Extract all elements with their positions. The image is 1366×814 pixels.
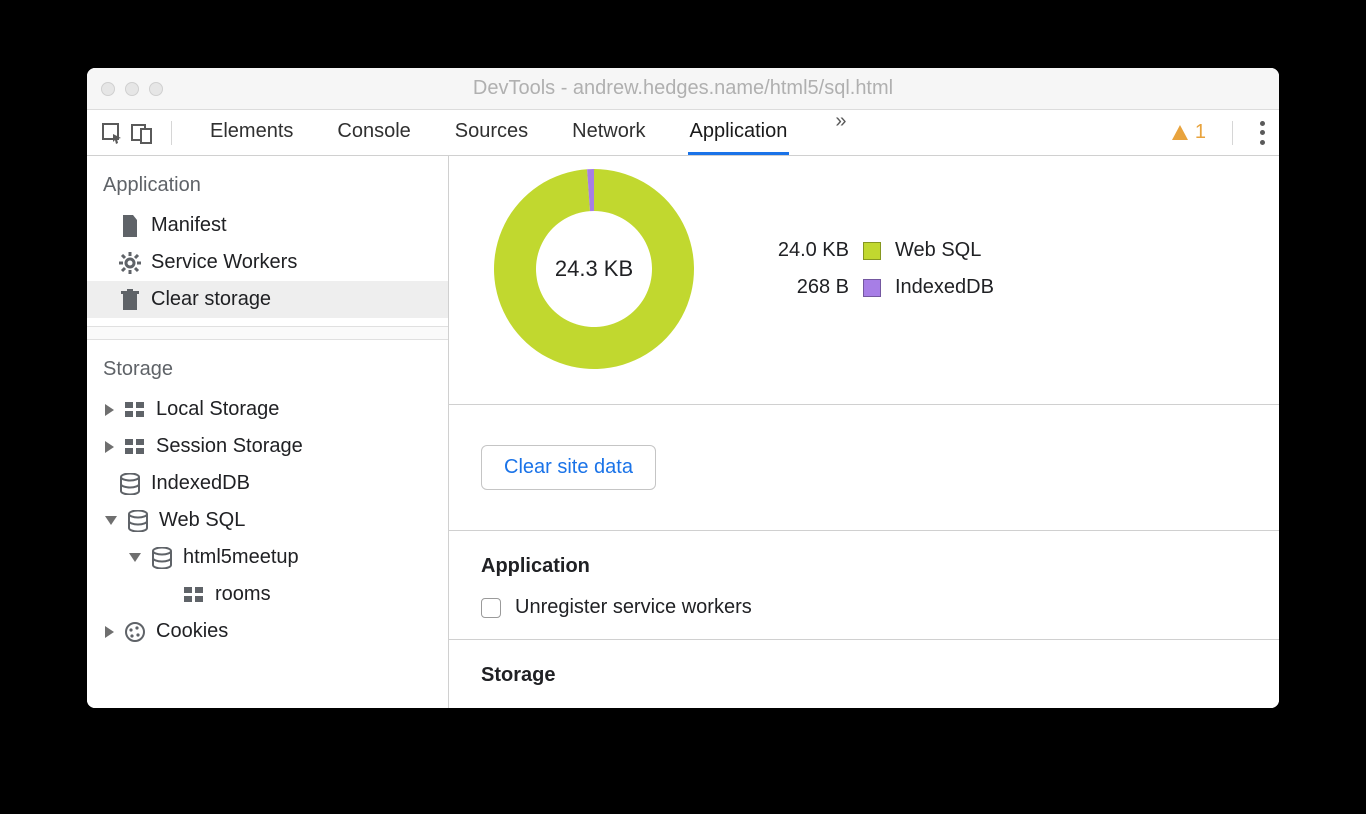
sidebar-item-manifest[interactable]: Manifest <box>87 207 448 244</box>
cookie-icon <box>124 621 146 643</box>
sidebar-item-web-sql[interactable]: Web SQL <box>87 502 448 539</box>
legend-label: IndexedDB <box>895 276 994 299</box>
legend-size: 24.0 KB <box>759 239 849 262</box>
main-panel: 24.3 KB 24.0 KB Web SQL 268 B IndexedDB <box>449 156 1279 708</box>
sidebar-item-label: rooms <box>215 583 271 606</box>
sidebar: Application Manifest Service Workers Cle… <box>87 156 449 708</box>
device-toolbar-icon[interactable] <box>131 122 153 144</box>
close-window-button[interactable] <box>101 82 115 96</box>
document-icon <box>119 215 141 237</box>
sidebar-item-label: Cookies <box>156 620 228 643</box>
legend-swatch <box>863 279 881 297</box>
sidebar-item-label: Local Storage <box>156 398 279 421</box>
legend-label: Web SQL <box>895 239 981 262</box>
legend-size: 268 B <box>759 276 849 299</box>
sidebar-item-web-sql-db[interactable]: html5meetup <box>87 539 448 576</box>
settings-menu-icon[interactable] <box>1259 121 1265 145</box>
storage-usage: 24.3 KB 24.0 KB Web SQL 268 B IndexedDB <box>449 156 1279 405</box>
sidebar-item-session-storage[interactable]: Session Storage <box>87 428 448 465</box>
content: Application Manifest Service Workers Cle… <box>87 156 1279 708</box>
collapse-icon[interactable] <box>105 516 117 525</box>
tab-console[interactable]: Console <box>335 110 412 155</box>
clear-site-data-button[interactable]: Clear site data <box>481 445 656 490</box>
database-icon <box>119 473 141 495</box>
toolbar-divider <box>1232 121 1233 145</box>
sidebar-item-label: Web SQL <box>159 509 245 532</box>
sidebar-item-label: Service Workers <box>151 251 297 274</box>
sidebar-item-service-workers[interactable]: Service Workers <box>87 244 448 281</box>
storage-grid-icon <box>124 399 146 421</box>
legend-row-indexeddb: 268 B IndexedDB <box>759 276 994 299</box>
section-heading-application: Application <box>481 555 1247 578</box>
sidebar-item-label: Session Storage <box>156 435 303 458</box>
storage-legend: 24.0 KB Web SQL 268 B IndexedDB <box>759 239 994 299</box>
sidebar-item-label: IndexedDB <box>151 472 250 495</box>
sidebar-item-indexeddb[interactable]: IndexedDB <box>87 465 448 502</box>
sidebar-item-label: html5meetup <box>183 546 299 569</box>
warning-icon <box>1171 124 1189 142</box>
expand-icon[interactable] <box>105 441 114 453</box>
tab-sources[interactable]: Sources <box>453 110 530 155</box>
storage-total: 24.3 KB <box>489 164 699 374</box>
checkbox-label: Unregister service workers <box>515 596 752 619</box>
legend-swatch <box>863 242 881 260</box>
application-section: Application Unregister service workers <box>449 531 1279 640</box>
collapse-icon[interactable] <box>129 553 141 562</box>
window-title: DevTools - andrew.hedges.name/html5/sql.… <box>87 77 1279 100</box>
devtools-window: DevTools - andrew.hedges.name/html5/sql.… <box>87 68 1279 708</box>
sidebar-item-local-storage[interactable]: Local Storage <box>87 391 448 428</box>
gear-icon <box>119 252 141 274</box>
expand-icon[interactable] <box>105 626 114 638</box>
database-icon <box>151 547 173 569</box>
storage-section: Storage <box>449 640 1279 708</box>
sidebar-section-storage: Storage <box>87 340 448 391</box>
section-heading-storage: Storage <box>481 664 1247 687</box>
expand-icon[interactable] <box>105 404 114 416</box>
toolbar-divider <box>171 121 172 145</box>
sidebar-item-cookies[interactable]: Cookies <box>87 613 448 650</box>
sidebar-section-application: Application <box>87 156 448 207</box>
unregister-service-workers-row[interactable]: Unregister service workers <box>481 596 1247 619</box>
legend-row-web-sql: 24.0 KB Web SQL <box>759 239 994 262</box>
zoom-window-button[interactable] <box>149 82 163 96</box>
toolbar: Elements Console Sources Network Applica… <box>87 110 1279 156</box>
tab-application[interactable]: Application <box>688 110 790 155</box>
clear-site-data-section: Clear site data <box>449 405 1279 531</box>
sidebar-item-clear-storage[interactable]: Clear storage <box>87 281 448 318</box>
inspect-element-icon[interactable] <box>101 122 123 144</box>
storage-grid-icon <box>183 584 205 606</box>
checkbox[interactable] <box>481 598 501 618</box>
minimize-window-button[interactable] <box>125 82 139 96</box>
sidebar-item-label: Manifest <box>151 214 227 237</box>
traffic-lights <box>87 82 163 96</box>
tab-elements[interactable]: Elements <box>208 110 295 155</box>
sidebar-divider <box>87 326 448 340</box>
storage-grid-icon <box>124 436 146 458</box>
toolbar-right: 1 <box>1171 121 1265 145</box>
sidebar-item-label: Clear storage <box>151 288 271 311</box>
database-icon <box>127 510 149 532</box>
trash-icon <box>119 289 141 311</box>
titlebar: DevTools - andrew.hedges.name/html5/sql.… <box>87 68 1279 110</box>
warnings-indicator[interactable]: 1 <box>1171 121 1206 144</box>
tab-network[interactable]: Network <box>570 110 647 155</box>
storage-donut-chart: 24.3 KB <box>489 164 699 374</box>
panel-tabs: Elements Console Sources Network Applica… <box>208 110 1163 155</box>
warning-count: 1 <box>1195 121 1206 144</box>
sidebar-item-web-sql-table[interactable]: rooms <box>87 576 448 613</box>
more-tabs-icon[interactable]: » <box>829 110 852 155</box>
